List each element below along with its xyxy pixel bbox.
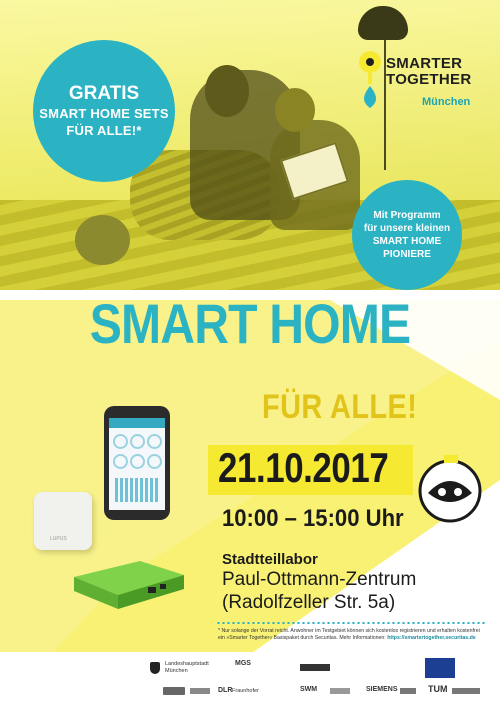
logo-city-line1: Landeshauptstadt: [165, 661, 209, 667]
brand-line1: SMARTER: [386, 55, 463, 72]
event-time: 10:00 – 15:00 Uhr: [222, 505, 404, 532]
city-crest-icon: [150, 662, 160, 674]
pioniere-line2: für unsere kleinen: [363, 223, 451, 234]
motion-sensor-image: LUPUS: [34, 492, 92, 550]
pioniere-line4: PIONIERE: [383, 249, 431, 260]
footnote: * Nur solange der Vorrat reicht. Anwohne…: [218, 628, 488, 641]
footnote-link[interactable]: https://smartertogether.securitas.de: [387, 635, 476, 641]
helmet-mascot-icon: [418, 455, 482, 523]
logo-mgs: MGS: [235, 660, 251, 667]
smart-home-hub-image: [74, 561, 184, 609]
gratis-line3: FÜR ALLE!*: [66, 123, 142, 138]
pioniere-badge: Mit Programm für unsere kleinen SMART HO…: [352, 180, 462, 290]
logo-fraunhofer: Fraunhofer: [232, 688, 259, 694]
logo-city-line2: München: [165, 667, 188, 674]
footnote-more-label: Mehr Informationen:: [339, 634, 386, 641]
pioniere-line1: Mit Programm: [373, 210, 441, 221]
smartphone-image: [104, 406, 170, 520]
logo-partner-c: [330, 688, 350, 694]
headline: SMART HOME: [89, 292, 411, 355]
brand-city: München: [422, 96, 471, 108]
gratis-line2: SMART HOME SETS: [39, 106, 169, 121]
logo-partner-a: [163, 687, 185, 695]
sensor-brand-label: LUPUS: [50, 536, 67, 542]
logo-dlr: DLR: [218, 687, 233, 694]
location-pin-icon: [359, 51, 381, 108]
logo-swm: SWM: [300, 686, 318, 693]
logo-siemens: SIEMENS: [366, 686, 398, 693]
gratis-line1: GRATIS: [68, 83, 140, 104]
logo-partner-d: [400, 688, 416, 694]
eu-flag-icon: [425, 658, 455, 678]
address-label: Stadtteillabor: [222, 551, 318, 568]
logo-tum: TUM: [428, 684, 448, 694]
logo-partner-b: [190, 688, 210, 694]
teddy-bear: [75, 215, 130, 265]
event-poster: GRATIS SMART HOME SETS FÜR ALLE!* SMARTE…: [0, 0, 500, 708]
logo-partner-e: [452, 688, 480, 694]
address-line2: (Radolfzeller Str. 5a): [222, 592, 396, 613]
address-line1: Paul-Ottmann-Zentrum: [222, 569, 417, 590]
logo-partner-block: [300, 664, 330, 671]
subline: FÜR ALLE!: [262, 388, 418, 426]
dotted-divider: [216, 622, 486, 624]
brand-line2: TOGETHER: [386, 71, 472, 88]
gratis-badge: GRATIS SMART HOME SETS FÜR ALLE!*: [33, 40, 175, 182]
event-date: 21.10.2017: [218, 444, 389, 491]
smarter-together-logo: SMARTER TOGETHER München: [358, 38, 498, 118]
pioniere-line3: SMART HOME: [372, 236, 442, 247]
partner-logos: Landeshauptstadt München MGS DLR Fraunho…: [0, 652, 500, 708]
